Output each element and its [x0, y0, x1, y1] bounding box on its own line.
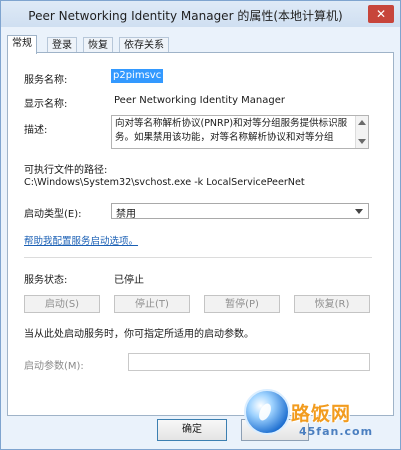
exe-path-value: C:\Windows\System32\svchost.exe -k Local…: [24, 177, 305, 188]
tab-dependencies[interactable]: 依存关系: [119, 37, 169, 53]
service-name-value[interactable]: p2pimsvc: [111, 69, 164, 83]
properties-dialog: Peer Networking Identity Manager 的属性(本地计…: [0, 0, 401, 450]
tab-general[interactable]: 常规: [7, 35, 37, 54]
title-bar[interactable]: Peer Networking Identity Manager 的属性(本地计…: [1, 1, 400, 27]
startup-type-label: 启动类型(E):: [24, 209, 82, 220]
general-panel: 服务名称: p2pimsvc 显示名称: Peer Networking Ide…: [7, 52, 394, 416]
description-text: 向对等名称解析协议(PNRP)和对等分组服务提供标识服务。如果禁用该功能，对等名…: [115, 118, 348, 143]
watermark-logo-icon: [244, 389, 290, 435]
description-label: 描述:: [24, 125, 48, 136]
description-scrollbar[interactable]: [355, 116, 368, 148]
window-title: Peer Networking Identity Manager 的属性(本地计…: [28, 9, 343, 23]
description-box[interactable]: 向对等名称解析协议(PNRP)和对等分组服务提供标识服务。如果禁用该功能，对等名…: [111, 115, 369, 149]
startup-type-value: 禁用: [116, 209, 136, 220]
exe-path-label: 可执行文件的路径:: [24, 165, 108, 176]
close-button[interactable]: ✕: [368, 5, 394, 23]
service-status-value: 已停止: [114, 275, 144, 286]
watermark-text: 路饭网: [291, 403, 352, 425]
scroll-up-icon[interactable]: [358, 120, 366, 125]
display-name-value: Peer Networking Identity Manager: [114, 95, 286, 106]
pause-button[interactable]: 暂停(P): [204, 295, 280, 313]
tab-recovery[interactable]: 恢复: [83, 37, 113, 53]
help-configure-link[interactable]: 帮助我配置服务启动选项。: [24, 233, 138, 247]
divider: [24, 257, 372, 258]
params-label: 启动参数(M):: [24, 361, 84, 372]
service-status-label: 服务状态:: [24, 275, 68, 286]
scroll-down-icon[interactable]: [358, 139, 366, 144]
display-name-label: 显示名称:: [24, 99, 68, 110]
start-button[interactable]: 启动(S): [24, 295, 100, 313]
watermark-site: 45fan.com: [299, 425, 374, 438]
ok-button[interactable]: 确定: [157, 419, 227, 441]
resume-button[interactable]: 恢复(R): [294, 295, 370, 313]
chevron-down-icon: [355, 209, 363, 214]
startup-type-select[interactable]: 禁用: [111, 203, 369, 220]
service-name-label: 服务名称:: [24, 75, 68, 86]
start-params-input[interactable]: [128, 353, 370, 371]
tab-logon[interactable]: 登录: [47, 37, 77, 53]
params-hint: 当从此处启动服务时，你可指定所适用的启动参数。: [24, 329, 254, 340]
stop-button[interactable]: 停止(T): [114, 295, 190, 313]
